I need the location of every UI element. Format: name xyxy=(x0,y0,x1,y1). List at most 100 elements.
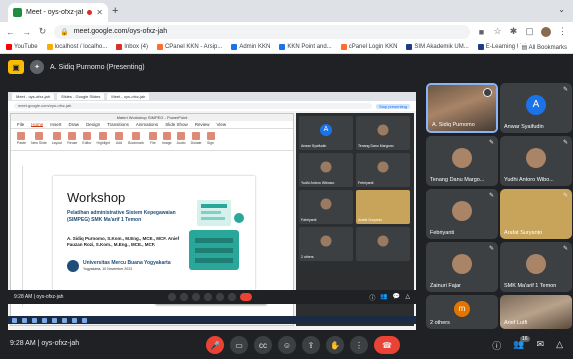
bookmark-kkn-point[interactable]: KKN Point and... xyxy=(279,44,332,50)
ribbon-item: New Slide xyxy=(31,132,47,145)
presenter-bar: ▣ ✦ A. Sidiq Purnomo (Presenting) xyxy=(8,59,145,75)
ppt-menu: File Home Insert Draw Design Transitions… xyxy=(11,121,293,129)
present-screen-icon[interactable]: ▣ xyxy=(8,60,24,74)
participant-tile[interactable]: ✎ Tenang Danu Margo... xyxy=(426,136,498,186)
new-tab-button[interactable]: + xyxy=(112,5,118,17)
mic-toggle-button[interactable]: 🎤 xyxy=(206,336,224,354)
forward-icon[interactable]: → xyxy=(22,27,31,37)
more-options-button[interactable]: ⋮ xyxy=(350,336,368,354)
taskbar-app-icon xyxy=(52,317,57,323)
tab-title: Meet - oys-ofxz-jah xyxy=(26,9,84,16)
participant-tile[interactable]: ✎ Zainuri Fajar xyxy=(426,242,498,292)
bookmark-youtube[interactable]: YouTube xyxy=(6,44,38,50)
ribbon-item: Audio xyxy=(177,132,186,145)
slide-date: Yogyakarta, 10 November 2023 xyxy=(83,267,133,271)
raise-hand-button[interactable]: ✋ xyxy=(326,336,344,354)
avatar xyxy=(377,235,389,247)
mini-tile: Tenang Danu Margono xyxy=(356,116,410,150)
url-text: meet.google.com/oys-ofxz-jah xyxy=(73,28,168,35)
participant-tile-others[interactable]: m 2 others xyxy=(426,295,498,329)
participant-tile[interactable]: Arief Lutfi xyxy=(500,295,572,329)
emoji-icon xyxy=(204,293,212,301)
meeting-details-icon[interactable]: ⓘ xyxy=(492,339,501,352)
ppt-ribbon: Paste New Slide Layout Reuse Editor High… xyxy=(11,129,293,151)
slide-thumbnails xyxy=(11,166,23,306)
back-icon[interactable]: ← xyxy=(6,27,15,37)
participant-name: Tenang Danu Margo... xyxy=(430,177,485,183)
bookmark-localhost[interactable]: localhost / localho... xyxy=(46,44,107,50)
slide-university: Universitas Mercu Buana Yogyakarta xyxy=(83,260,171,266)
youtube-icon xyxy=(6,44,12,50)
participant-tile[interactable]: ✎ Yudhi Antoro Wibo... xyxy=(500,136,572,186)
leave-call-button[interactable]: ☎ xyxy=(374,336,400,354)
participant-name: Anwar Syaifudin xyxy=(504,124,544,130)
phpmyadmin-icon xyxy=(46,44,53,50)
file-icon xyxy=(148,132,157,140)
bookmark-cpanel[interactable]: CPanel KKN - Arsip... xyxy=(156,44,222,50)
captions-button[interactable]: cc xyxy=(254,336,272,354)
camera-icon xyxy=(180,293,188,301)
people-button[interactable]: 👥 16 xyxy=(513,336,530,352)
participant-tile[interactable]: ✎ SMK Ma'arif 1 Temon xyxy=(500,242,572,292)
avatar xyxy=(526,254,546,274)
avatar xyxy=(526,148,546,168)
camera-toggle-button[interactable]: ▭ xyxy=(230,336,248,354)
participant-tile[interactable]: A ✎ Anwar Syaifudin xyxy=(500,83,572,133)
muted-mic-icon: ✎ xyxy=(562,193,568,199)
meet-control-bar: 9:28 AM | oys-ofxz-jah 🎤 ▭ cc ☺ ⇪ ✋ ⋮ ☎ … xyxy=(0,331,573,359)
slide-presenters: A. Sidiq Purnomo, S.Kom., M.Eng., MCE., … xyxy=(67,236,180,247)
editor-icon xyxy=(82,132,91,140)
meeting-code: oys-ofxz-jah xyxy=(41,340,80,347)
present-button[interactable]: ⇪ xyxy=(302,336,320,354)
muted-mic-icon: ✎ xyxy=(488,140,494,146)
taskbar-app-icon xyxy=(62,317,67,323)
bookmark-star-icon[interactable]: ☆ xyxy=(493,26,502,37)
participant-tile[interactable]: ✎ Febriyanti xyxy=(426,189,498,239)
slide-subtitle: Pelatihan administrative Sistem Kepegawa… xyxy=(67,210,176,223)
participant-name: Zainuri Fajar xyxy=(430,283,461,289)
kebab-menu-icon[interactable]: ⋮ xyxy=(558,26,567,37)
bookmark-inbox[interactable]: Inbox (4) xyxy=(116,44,148,50)
shared-meet-time: 9:28 AM | oys-ofxz-jah xyxy=(14,294,64,300)
avatar xyxy=(320,198,332,210)
bookmark-admin-kkn[interactable]: Admin KKN xyxy=(231,44,270,50)
raise-hand-icon xyxy=(228,293,236,301)
all-bookmarks-button[interactable]: ▤ All Bookmarks xyxy=(517,44,567,51)
taskbar-app-icon xyxy=(22,317,27,323)
emoji-button[interactable]: ☺ xyxy=(278,336,296,354)
present-icon xyxy=(216,293,224,301)
bookmark-cpanel-login[interactable]: cPanel Login KKN xyxy=(340,44,397,50)
activities-button[interactable]: △ xyxy=(556,339,563,352)
cpanel-icon xyxy=(340,44,347,50)
add-icon xyxy=(115,132,124,140)
camera-permission-icon[interactable]: ■ xyxy=(477,27,486,37)
mini-tile: A Anwar Syaifudin xyxy=(299,116,353,150)
tab-search-icon[interactable]: ⌄ xyxy=(558,5,565,14)
mini-tile: Arafat Suryanto xyxy=(356,190,410,224)
captions-icon xyxy=(192,293,200,301)
participant-tile[interactable]: A. Sidiq Purnomo xyxy=(426,83,498,133)
sign-icon xyxy=(206,132,215,140)
participant-tile[interactable]: ✎ Arafat Suryanto xyxy=(500,189,572,239)
close-tab-icon[interactable]: ✕ xyxy=(96,8,103,17)
ppt-menu-item: Animations xyxy=(135,122,159,127)
browser-tab-meet[interactable]: Meet - oys-ofxz-jah ✕ xyxy=(8,3,108,22)
chat-button[interactable]: ✉ xyxy=(537,339,545,352)
profile-avatar[interactable] xyxy=(541,26,551,37)
address-bar[interactable]: 🔒 meet.google.com/oys-ofxz-jah xyxy=(54,24,470,39)
tab-menu-icon[interactable]: ▢ xyxy=(525,26,534,37)
muted-mic-icon: ✎ xyxy=(562,246,568,252)
ppt-menu-item: Slide Show xyxy=(165,122,188,127)
meeting-time-and-code: 9:28 AM | oys-ofxz-jah xyxy=(10,340,80,347)
reload-icon[interactable]: ↻ xyxy=(38,26,47,37)
shared-meet-controls: 9:28 AM | oys-ofxz-jah ⓘ 👥 💬 △ xyxy=(8,290,416,304)
ribbon-item: Editor xyxy=(82,132,92,145)
avatar xyxy=(377,161,389,173)
bookmark-sim-akademik[interactable]: SIM Akademik UM... xyxy=(406,44,469,50)
ppt-menu-item: Design xyxy=(86,122,101,127)
participant-name: Arief Lutfi xyxy=(504,320,528,326)
extension-icon[interactable]: ✱ xyxy=(509,26,518,37)
ppt-menu-item: Draw xyxy=(68,122,80,127)
bookmarks-bar: YouTube localhost / localho... Inbox (4)… xyxy=(0,41,573,54)
mini-tile: Yudhi Antoro Wibowo xyxy=(299,153,353,187)
